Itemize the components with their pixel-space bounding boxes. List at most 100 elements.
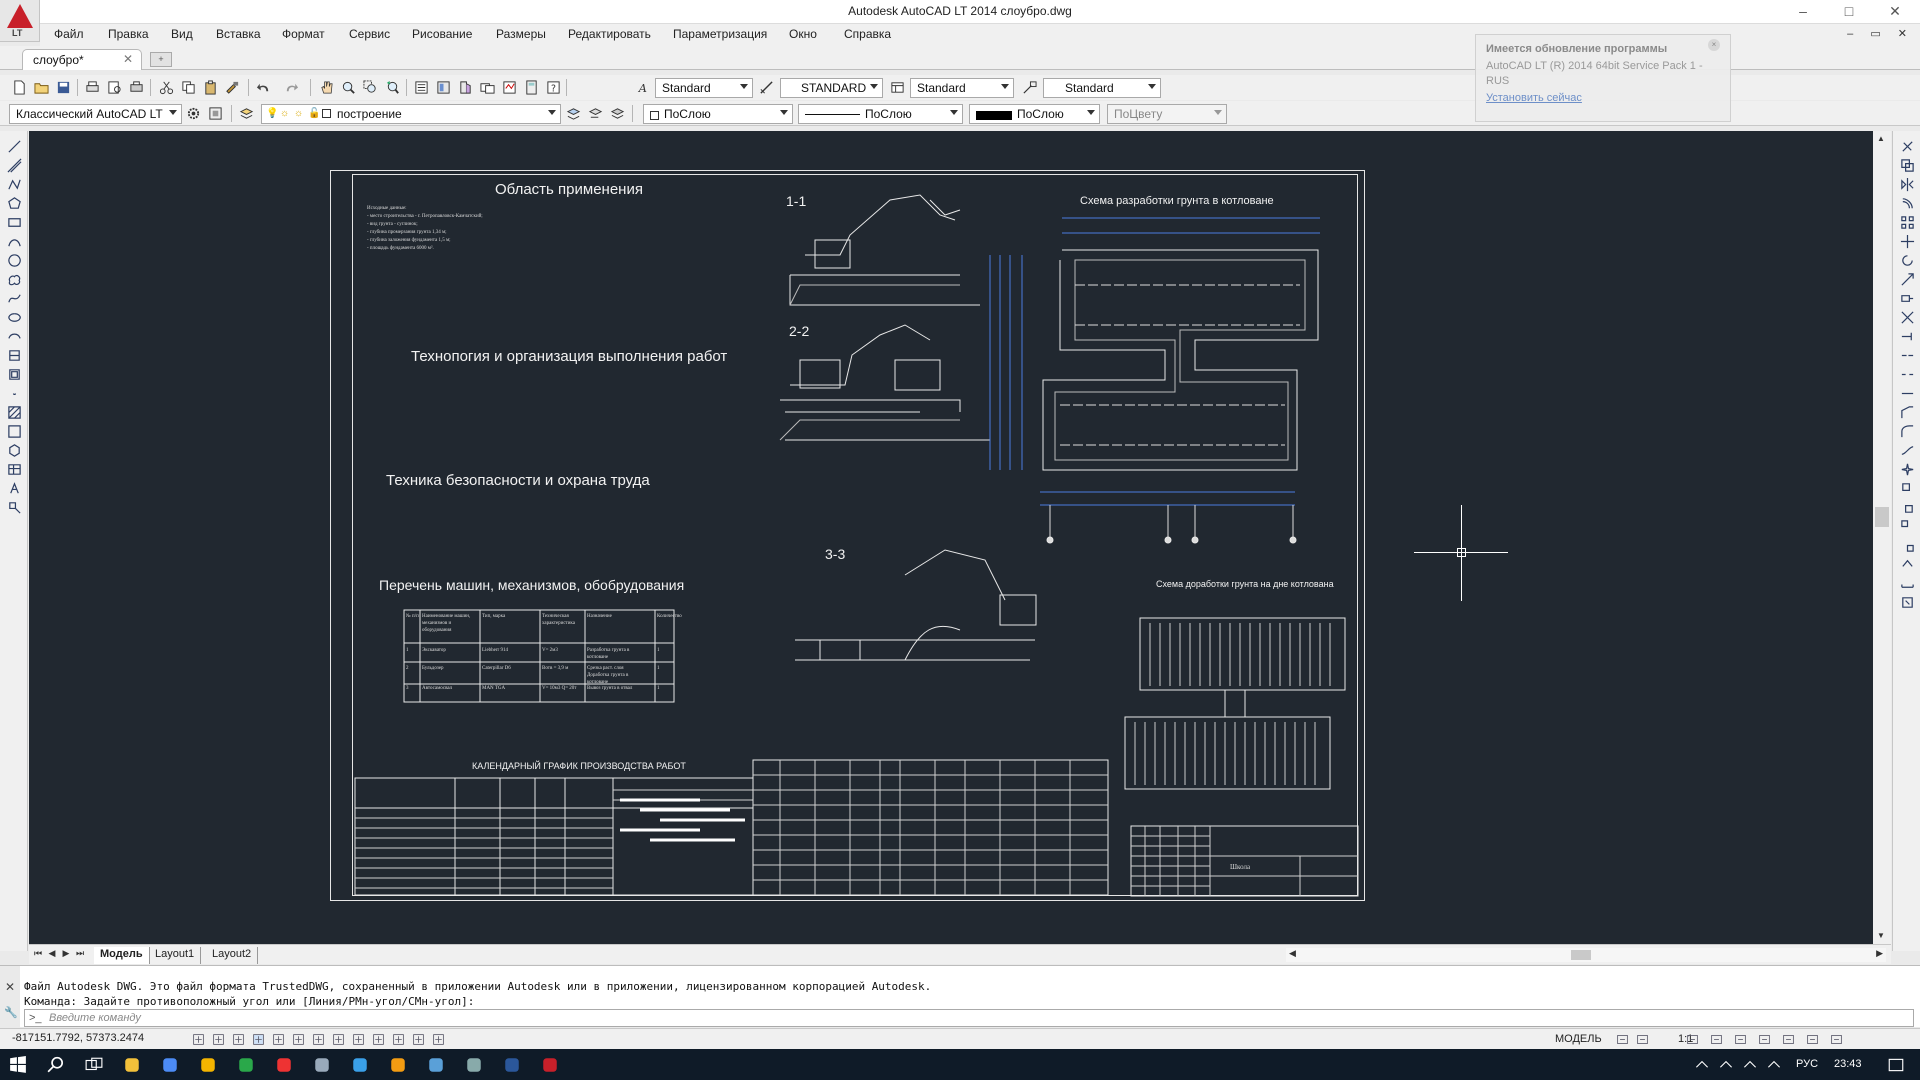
plot-icon[interactable] [84,79,101,96]
menu-format[interactable]: Формат [282,27,325,41]
open-file-icon[interactable] [33,79,50,96]
selection-cycling-icon[interactable] [430,1031,446,1047]
layer-state-icon[interactable] [609,105,626,122]
command-input[interactable]: >_ Введите команду [24,1009,1914,1027]
measure-icon[interactable] [1898,574,1916,592]
media-player-icon[interactable] [424,1053,448,1077]
multileader-style-dropdown[interactable]: Standard [1043,78,1161,98]
menu-edit[interactable]: Правка [108,27,149,41]
menu-insert[interactable]: Вставка [216,27,261,41]
menu-draw[interactable]: Рисование [412,27,472,41]
vertical-scroll-thumb[interactable] [1875,507,1889,527]
text-style-icon[interactable]: A [634,79,651,96]
search-icon[interactable] [44,1053,68,1077]
horizontal-scrollbar[interactable]: ◀ ▶ [1286,948,1886,962]
minimize-button[interactable]: – [1780,0,1826,24]
markup-icon[interactable] [501,79,518,96]
polyline-icon[interactable] [5,175,23,193]
hardware-acceleration-icon[interactable] [1780,1031,1796,1047]
pan-icon[interactable] [318,79,335,96]
sticky-notes-icon[interactable] [196,1053,220,1077]
dynamic-input-icon[interactable] [350,1031,366,1047]
menu-view[interactable]: Вид [171,27,193,41]
polar-tracking-icon[interactable] [270,1031,286,1047]
array-icon[interactable] [1898,213,1916,231]
line-icon[interactable] [5,137,23,155]
task-view-icon[interactable] [82,1053,106,1077]
notification-center-icon[interactable] [1884,1053,1908,1077]
match-properties-icon[interactable] [224,79,241,96]
draworder-back-icon[interactable] [1898,498,1916,516]
command-line-handle[interactable]: ✕ 🔧 [0,966,20,1028]
ellipse-arc-icon[interactable] [5,327,23,345]
vertical-scrollbar[interactable]: ▲ ▼ [1873,131,1891,944]
transparency-toggle-icon[interactable] [390,1031,406,1047]
application-menu-button[interactable]: LT [0,0,40,42]
plot-preview-icon[interactable] [106,79,123,96]
annotation-visibility-icon[interactable] [1684,1031,1700,1047]
quick-properties-icon[interactable] [410,1031,426,1047]
fillet-icon[interactable] [1898,422,1916,440]
rectangle-icon[interactable] [5,213,23,231]
multileader-style-icon[interactable] [1021,79,1038,96]
close-icon[interactable]: ✕ [5,980,15,994]
break-at-point-icon[interactable] [1898,346,1916,364]
warning-app-icon[interactable] [386,1053,410,1077]
paste-icon[interactable] [202,79,219,96]
tray-volume-icon[interactable] [1762,1053,1786,1077]
color-dropdown[interactable]: ПоСлою [643,104,793,124]
quick-view-drawings-icon[interactable] [1634,1031,1650,1047]
workspace-dropdown[interactable]: Классический AutoCAD LT [9,104,182,124]
hatch-icon[interactable] [5,403,23,421]
properties-icon[interactable] [413,79,430,96]
undo-icon[interactable] [255,79,272,96]
scroll-up-icon[interactable]: ▲ [1877,134,1885,143]
file-tab-active[interactable]: слоубро* ✕ [22,49,142,70]
blend-curves-icon[interactable] [1898,441,1916,459]
ellipse-icon[interactable] [5,308,23,326]
file-tab-close-icon[interactable]: ✕ [123,52,133,66]
last-layout-icon[interactable]: ⏭ [74,948,86,961]
object-snap-icon[interactable] [290,1031,306,1047]
make-layer-current-icon[interactable] [565,105,582,122]
word-icon[interactable] [500,1053,524,1077]
construction-line-icon[interactable] [5,156,23,174]
join-icon[interactable] [1898,384,1916,402]
offset-icon[interactable] [1898,194,1916,212]
scale-icon[interactable] [1898,270,1916,288]
model-space-toggle[interactable]: МОДЕЛЬ [1555,1033,1602,1045]
tray-network-icon[interactable] [1714,1053,1738,1077]
menu-modify[interactable]: Редактировать [568,27,651,41]
snap-mode-icon[interactable] [210,1031,226,1047]
auto-scale-icon[interactable] [1708,1031,1724,1047]
point-icon[interactable] [5,384,23,402]
draworder-front-icon[interactable] [1898,479,1916,497]
add-selected-icon[interactable] [5,498,23,516]
explode-icon[interactable] [1898,460,1916,478]
draworder-below-icon[interactable] [1898,536,1916,554]
help-icon[interactable]: ? [545,79,562,96]
sheet-set-icon[interactable] [479,79,496,96]
dynamic-ucs-icon[interactable] [330,1031,346,1047]
extend-icon[interactable] [1898,327,1916,345]
text-style-dropdown[interactable]: Standard [655,78,753,98]
circle-icon[interactable] [5,251,23,269]
tray-battery-icon[interactable] [1738,1053,1762,1077]
store-icon[interactable] [348,1053,372,1077]
bring-text-front-icon[interactable] [1898,555,1916,573]
ortho-mode-icon[interactable] [250,1031,266,1047]
menu-help[interactable]: Справка [844,27,891,41]
erase-icon[interactable] [1898,137,1916,155]
infer-constraints-icon[interactable] [190,1031,206,1047]
insert-block-icon[interactable] [5,346,23,364]
gradient-icon[interactable] [5,422,23,440]
install-now-link[interactable]: Установить сейчас [1486,92,1720,104]
quick-view-layouts-icon[interactable] [1614,1031,1630,1047]
lineweight-toggle-icon[interactable] [370,1031,386,1047]
calculator-icon[interactable] [523,79,540,96]
copy-object-icon[interactable] [1898,156,1916,174]
mirror-icon[interactable] [1898,175,1916,193]
menu-tools[interactable]: Сервис [349,27,390,41]
table-style-dropdown[interactable]: Standard [910,78,1014,98]
layer-properties-icon[interactable] [238,105,255,122]
